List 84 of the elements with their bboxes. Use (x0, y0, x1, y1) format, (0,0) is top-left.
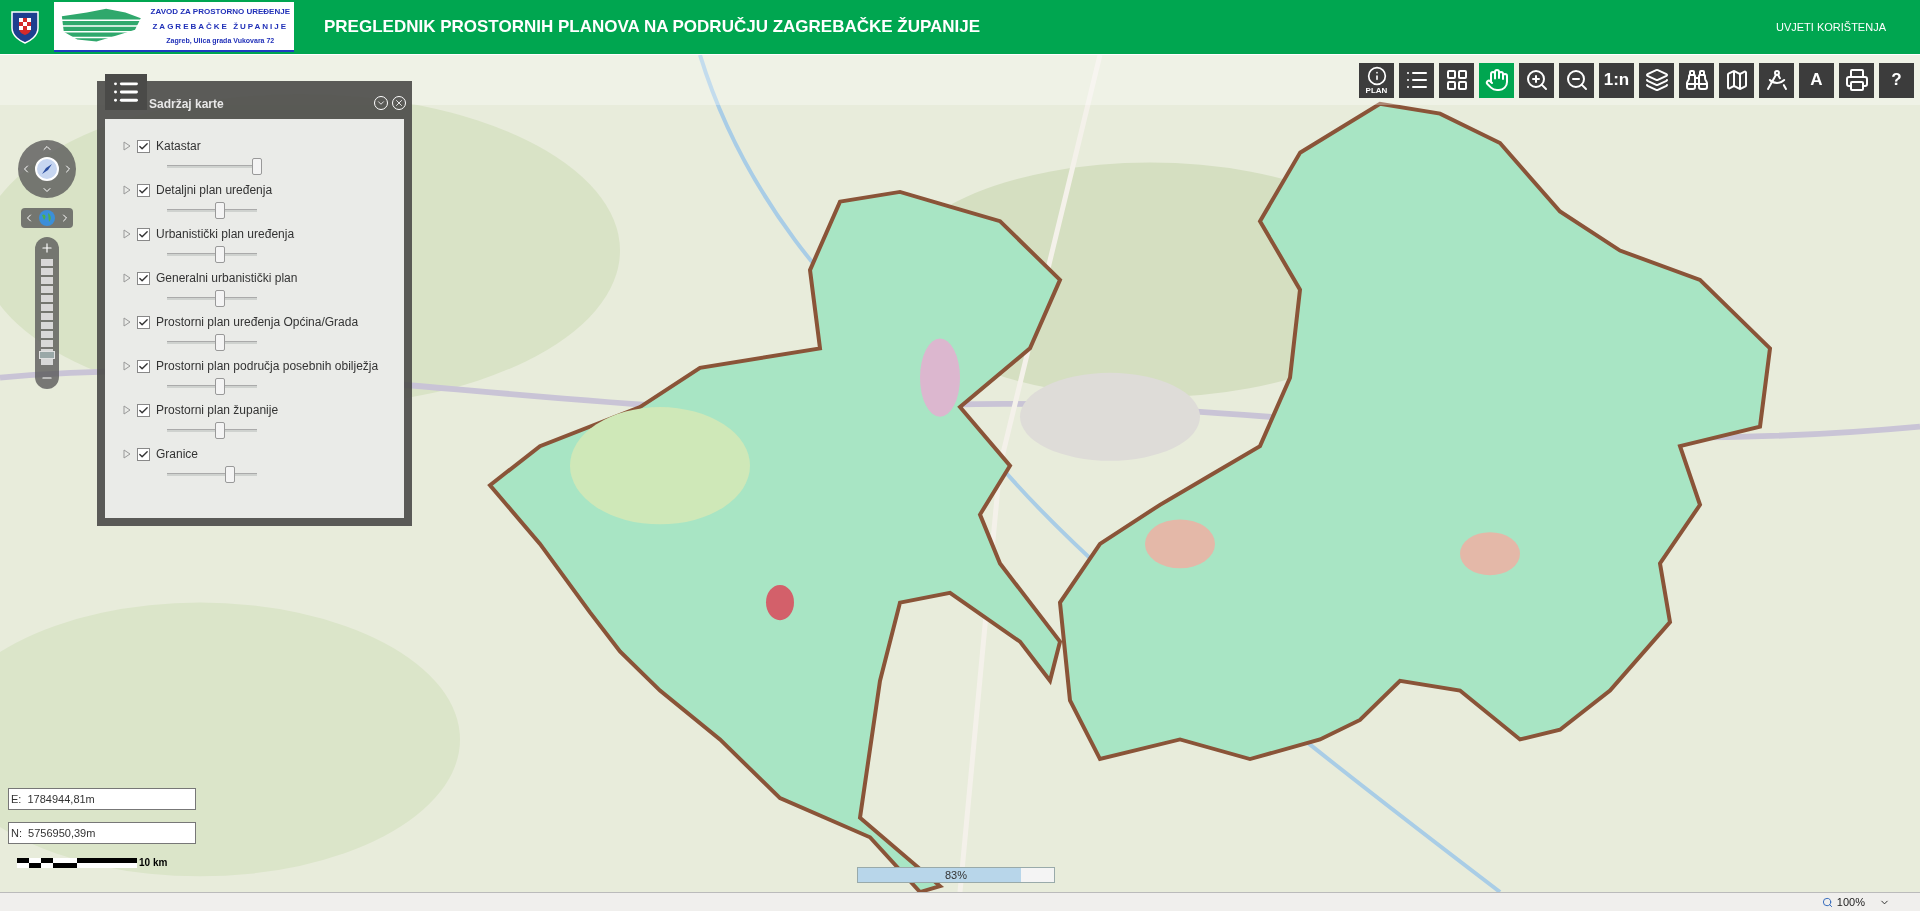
check-icon (138, 448, 149, 460)
compass-icon (35, 157, 59, 181)
layer-checkbox[interactable] (137, 139, 150, 153)
zoom-in-icon (1524, 68, 1549, 92)
panel-title: Sadržaj karte (149, 96, 224, 113)
grid-icon (1444, 68, 1469, 92)
layer-checkbox[interactable] (137, 359, 150, 373)
slider-thumb[interactable] (215, 378, 226, 395)
check-icon (138, 228, 149, 240)
zoom-level[interactable]: 100% (1836, 893, 1865, 911)
expand-triangle-icon[interactable] (123, 141, 131, 151)
toolbar-button[interactable]: PLAN (1359, 62, 1394, 98)
info-icon (1366, 65, 1387, 86)
zoom-slider[interactable] (35, 237, 59, 389)
layer-label: Granice (156, 446, 199, 463)
scale-bar-icon (17, 857, 137, 868)
slider-thumb[interactable] (225, 466, 235, 483)
slider-thumb[interactable] (252, 158, 262, 175)
toolbar-button[interactable] (1399, 62, 1434, 98)
hand-icon (1484, 68, 1509, 92)
coordinate-e-field: E: 1784944,81m (8, 788, 196, 810)
drafting-compass-icon (1764, 68, 1789, 92)
layer-checkbox[interactable] (137, 447, 150, 461)
slider-thumb[interactable] (215, 334, 226, 351)
toolbar-button[interactable]: ? (1879, 62, 1914, 98)
progress-label: 83% (944, 868, 968, 882)
layer-label: Detaljni plan uređenja (156, 182, 273, 199)
zoom-slider-thumb[interactable] (39, 351, 55, 360)
printer-icon (1844, 68, 1869, 92)
check-icon (138, 316, 149, 328)
zoom-icon (1821, 896, 1833, 908)
expand-triangle-icon[interactable] (123, 317, 131, 327)
layer-label: Urbanistički plan uređenja (156, 226, 295, 243)
toolbar-button[interactable] (1439, 62, 1474, 98)
expand-triangle-icon[interactable] (123, 361, 131, 371)
zoom-track[interactable] (41, 259, 53, 367)
zoom-in-icon[interactable] (40, 241, 54, 255)
globe-icon (38, 209, 56, 227)
map-icon (1724, 68, 1749, 92)
logo-title: ZAVOD ZA PROSTORNO UREĐENJE (150, 5, 290, 18)
layer-label: Prostorni plan županije (156, 402, 279, 419)
expand-triangle-icon[interactable] (123, 405, 131, 415)
close-icon (394, 98, 404, 108)
slider-thumb[interactable] (215, 422, 226, 439)
scale-label: 10 km (139, 856, 168, 870)
check-icon (138, 404, 149, 416)
zoom-out-icon (1564, 68, 1589, 92)
expand-triangle-icon[interactable] (123, 449, 131, 459)
toolbar-button[interactable] (1839, 62, 1874, 98)
toolbar-button[interactable] (1639, 62, 1674, 98)
layer-checkbox[interactable] (137, 403, 150, 417)
binoculars-icon (1684, 68, 1709, 92)
check-icon (138, 184, 149, 196)
layer-checkbox[interactable] (137, 315, 150, 329)
check-icon (138, 140, 149, 152)
toolbar-button[interactable] (1759, 62, 1794, 98)
expand-triangle-icon[interactable] (123, 273, 131, 283)
toolbar-button[interactable] (1559, 62, 1594, 98)
toolbar-button[interactable]: 1:n (1599, 62, 1634, 98)
slider-thumb[interactable] (215, 246, 226, 263)
coordinate-n-field: N: 5756950,39m (8, 822, 196, 844)
check-icon (138, 272, 149, 284)
layer-label: Prostorni plan područja posebnih obilježja (156, 358, 379, 375)
toolbar-button[interactable]: A (1799, 62, 1834, 98)
layer-checkbox[interactable] (137, 227, 150, 241)
slider-thumb[interactable] (215, 290, 226, 307)
page-title: PREGLEDNIK PROSTORNIH PLANOVA NA PODRUČJU ZAGREBAČKE ŽUPANIJE (324, 16, 981, 39)
layer-checkbox[interactable] (137, 271, 150, 285)
logo-subtitle: ZAGREBAČKE ŽUPANIJE (152, 20, 289, 33)
slider-thumb[interactable] (215, 202, 226, 219)
toolbar-button[interactable] (1719, 62, 1754, 98)
expand-triangle-icon[interactable] (123, 229, 131, 239)
check-icon (138, 360, 149, 372)
toolbar-button[interactable] (1519, 62, 1554, 98)
layer-label: Generalni urbanistički plan (156, 270, 298, 287)
shield-icon (10, 10, 40, 44)
layers-icon (1644, 68, 1669, 92)
chevron-down-icon (376, 98, 386, 108)
layer-checkbox[interactable] (137, 183, 150, 197)
globe-switcher[interactable] (21, 208, 73, 228)
layer-label: Katastar (156, 138, 201, 155)
toolbar-button[interactable] (1679, 62, 1714, 98)
expand-triangle-icon[interactable] (123, 185, 131, 195)
layer-label: Prostorni plan uređenja Općina/Grada (156, 314, 359, 331)
